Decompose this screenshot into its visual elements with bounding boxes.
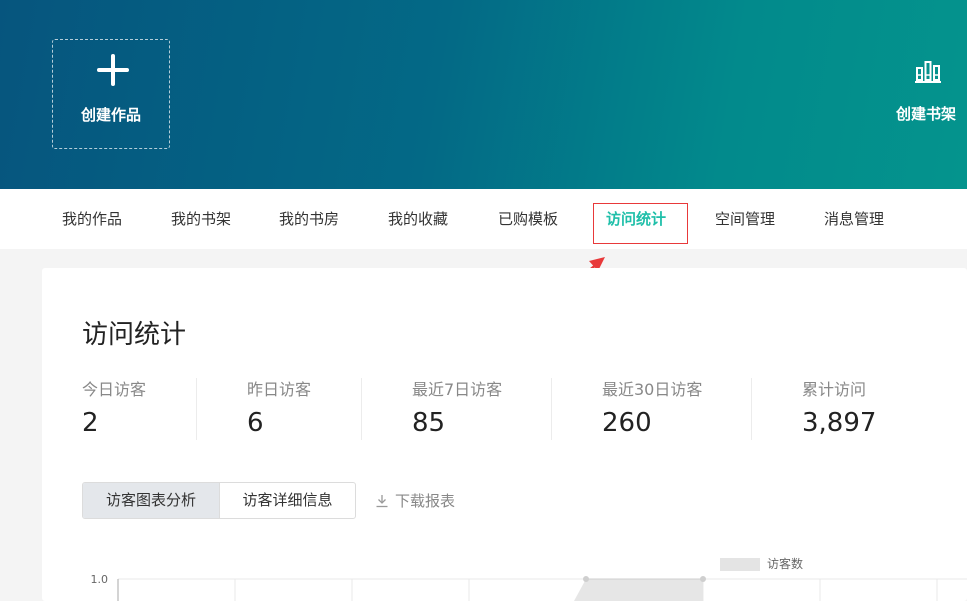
stat-yesterday-visitors: 昨日访客 6 bbox=[247, 378, 311, 438]
tab-purchased-templates[interactable]: 已购模板 bbox=[498, 208, 558, 230]
bookshelf-icon bbox=[915, 61, 941, 83]
stat-label: 今日访客 bbox=[82, 380, 147, 399]
download-report-label: 下载报表 bbox=[395, 492, 456, 510]
view-toggle-group: 访客图表分析 访客详细信息 bbox=[82, 482, 356, 519]
tab-space-management[interactable]: 空间管理 bbox=[715, 208, 775, 230]
stat-30day-visitors: 最近30日访客 260 bbox=[602, 378, 702, 438]
download-icon bbox=[376, 495, 388, 508]
create-shelf-button[interactable]: 创建书架 bbox=[888, 56, 967, 126]
stat-7day-visitors: 最近7日访客 85 bbox=[412, 378, 502, 438]
annotation-highlight-box bbox=[593, 203, 688, 244]
tab-my-bookshelf[interactable]: 我的书架 bbox=[171, 208, 231, 230]
tab-message-management[interactable]: 消息管理 bbox=[824, 208, 884, 230]
stat-total-visits: 累计访问 3,897 bbox=[802, 378, 876, 438]
create-work-label: 创建作品 bbox=[80, 106, 141, 124]
stat-value: 6 bbox=[247, 408, 264, 438]
stat-value: 260 bbox=[602, 408, 652, 438]
stat-label: 累计访问 bbox=[802, 380, 867, 399]
visitor-details-button[interactable]: 访客详细信息 bbox=[220, 483, 355, 518]
create-work-button[interactable]: 创建作品 bbox=[52, 39, 170, 149]
tab-my-works[interactable]: 我的作品 bbox=[62, 208, 122, 230]
stat-value: 2 bbox=[82, 408, 99, 438]
stat-divider bbox=[361, 378, 362, 440]
tab-my-favorites[interactable]: 我的收藏 bbox=[388, 208, 448, 230]
plus-icon bbox=[97, 54, 129, 86]
y-tick-label: 1.0 bbox=[91, 573, 109, 586]
data-point bbox=[700, 576, 706, 582]
chart-analysis-button[interactable]: 访客图表分析 bbox=[83, 483, 219, 518]
download-report-button[interactable]: 下载报表 bbox=[375, 490, 455, 512]
stat-divider bbox=[196, 378, 197, 440]
page-title: 访问统计 bbox=[82, 320, 187, 350]
tab-bar: 我的作品 我的书架 我的书房 我的收藏 已购模板 访问统计 空间管理 消息管理 bbox=[0, 189, 967, 249]
series-area bbox=[574, 579, 703, 601]
stat-label: 最近30日访客 bbox=[602, 380, 703, 399]
stat-label: 最近7日访客 bbox=[412, 380, 503, 399]
stat-value: 85 bbox=[412, 408, 446, 438]
data-point bbox=[583, 576, 589, 582]
legend-swatch[interactable] bbox=[720, 558, 760, 571]
stat-divider bbox=[751, 378, 752, 440]
tab-my-study[interactable]: 我的书房 bbox=[279, 208, 339, 230]
statistics-card: 访问统计 今日访客 2 昨日访客 6 最近7日访客 85 最近30日访客 260… bbox=[42, 268, 967, 601]
stat-today-visitors: 今日访客 2 bbox=[82, 378, 146, 438]
visitor-chart: 1.0 bbox=[91, 573, 967, 601]
create-shelf-label: 创建书架 bbox=[896, 105, 957, 123]
stat-label: 昨日访客 bbox=[247, 380, 312, 399]
stat-value: 3,897 bbox=[802, 408, 877, 438]
stat-divider bbox=[551, 378, 552, 440]
legend-label[interactable]: 访客数 bbox=[767, 556, 803, 572]
header-banner: 创建作品 创建书架 bbox=[0, 0, 967, 189]
